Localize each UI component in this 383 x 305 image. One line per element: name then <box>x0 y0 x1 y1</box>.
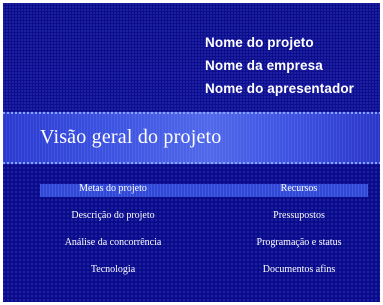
topic-row: Descrição do projeto Pressupostos <box>3 208 380 228</box>
company-name: Nome da empresa <box>205 58 323 73</box>
topic-link[interactable]: Programação e status <box>257 237 342 248</box>
topic-link[interactable]: Documentos afins <box>263 264 336 275</box>
topic-row: Análise da concorrência Programação e st… <box>3 235 380 255</box>
topic-link[interactable]: Metas do projeto <box>79 183 147 194</box>
topic-row: Tecnologia Documentos afins <box>3 262 380 282</box>
section-title: Visão geral do projeto <box>40 126 222 148</box>
topic-link[interactable]: Recursos <box>281 183 318 194</box>
project-name: Nome do projeto <box>205 35 314 50</box>
topic-link[interactable]: Descrição do projeto <box>71 210 154 221</box>
topic-row: Metas do projeto Recursos <box>3 181 380 201</box>
topic-link[interactable]: Análise da concorrência <box>65 237 162 248</box>
topic-link[interactable]: Tecnologia <box>91 264 135 275</box>
presenter-name: Nome do apresentador <box>205 81 355 96</box>
slide: Nome do projeto Nome da empresa Nome do … <box>0 0 383 305</box>
project-info: Nome do projeto Nome da empresa Nome do … <box>205 31 354 100</box>
topic-link[interactable]: Pressupostos <box>273 210 325 221</box>
